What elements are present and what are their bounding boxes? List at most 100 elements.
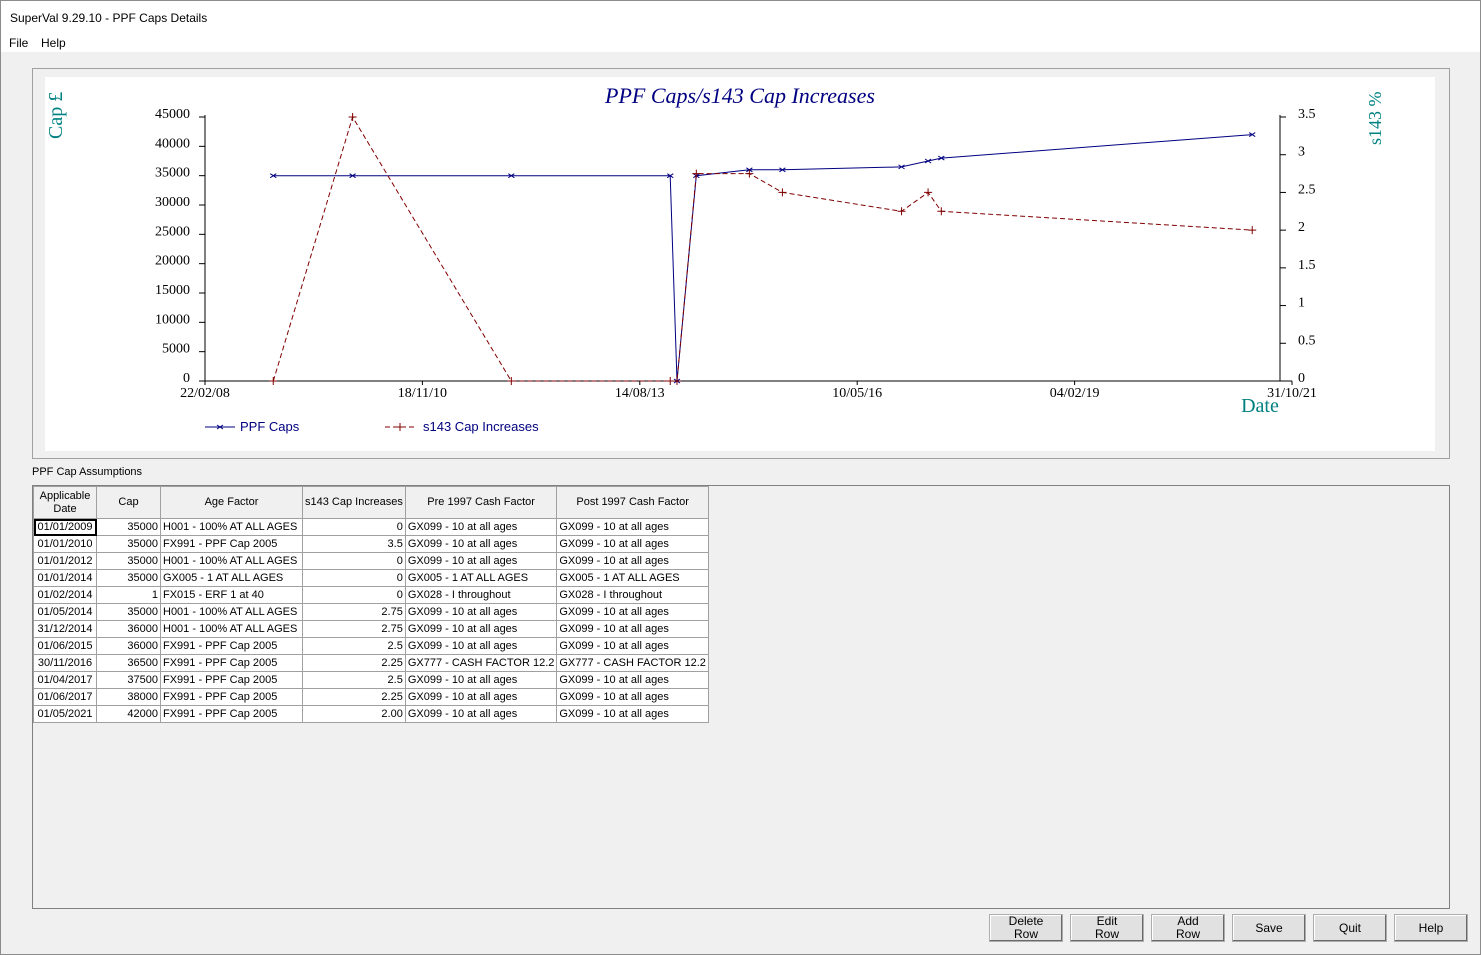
table-cell[interactable]: GX099 - 10 at all ages xyxy=(404,603,558,621)
table-cell[interactable]: FX991 - PPF Cap 2005 xyxy=(160,654,303,672)
table-cell[interactable]: GX777 - CASH FACTOR 12.2 xyxy=(556,654,709,672)
table-cell[interactable]: 0 xyxy=(302,586,406,604)
table-cell[interactable]: 3.5 xyxy=(302,535,406,553)
column-header[interactable]: s143 Cap Increases xyxy=(302,486,406,519)
table-cell[interactable]: 2.00 xyxy=(302,705,406,723)
table-cell[interactable]: FX991 - PPF Cap 2005 xyxy=(160,688,303,706)
table-cell[interactable]: 2.75 xyxy=(302,603,406,621)
table-cell[interactable]: GX777 - CASH FACTOR 12.2 xyxy=(404,654,558,672)
table-cell[interactable]: 35000 xyxy=(96,569,161,587)
table-cell[interactable]: 36000 xyxy=(96,620,161,638)
delete-row-button[interactable]: Delete Row xyxy=(989,914,1063,942)
table-cell[interactable]: GX099 - 10 at all ages xyxy=(404,671,558,689)
table-cell[interactable]: GX099 - 10 at all ages xyxy=(404,552,558,570)
table-row[interactable]: 01/01/2014 35000 GX005 - 1 AT ALL AGES 0 GX0… xyxy=(33,569,709,587)
table-cell[interactable]: H001 - 100% AT ALL AGES xyxy=(160,552,303,570)
column-header[interactable]: Age Factor xyxy=(160,486,303,519)
table-cell[interactable]: 1 xyxy=(96,586,161,604)
table-cell[interactable]: GX099 - 10 at all ages xyxy=(556,603,709,621)
table-cell[interactable]: FX015 - ERF 1 at 40 xyxy=(160,586,303,604)
table-cell[interactable]: H001 - 100% AT ALL AGES xyxy=(160,603,303,621)
y2-tick-label: 0.5 xyxy=(1298,333,1316,348)
table-cell[interactable]: FX991 - PPF Cap 2005 xyxy=(160,705,303,723)
table-cell[interactable]: GX099 - 10 at all ages xyxy=(556,671,709,689)
table-cell[interactable]: 0 xyxy=(302,518,406,536)
table-cell[interactable]: 01/02/2014 xyxy=(33,586,97,604)
table-row[interactable]: 30/11/2016 36500 FX991 - PPF Cap 2005 2.25 G… xyxy=(33,654,709,672)
table-cell[interactable]: 0 xyxy=(302,569,406,587)
table-cell[interactable]: GX099 - 10 at all ages xyxy=(556,518,709,536)
table-cell[interactable]: GX099 - 10 at all ages xyxy=(556,688,709,706)
table-cell[interactable]: 37500 xyxy=(96,671,161,689)
table-cell[interactable]: H001 - 100% AT ALL AGES xyxy=(160,620,303,638)
table-cell[interactable]: 2.75 xyxy=(302,620,406,638)
table-row[interactable]: 31/12/2014 36000 H001 - 100% AT ALL AGES 2.… xyxy=(33,620,709,638)
table-row[interactable]: 01/04/2017 37500 FX991 - PPF Cap 2005 2.5 GX… xyxy=(33,671,709,689)
table-cell[interactable]: 35000 xyxy=(96,518,161,536)
table-cell[interactable]: 36500 xyxy=(96,654,161,672)
table-cell[interactable]: GX099 - 10 at all ages xyxy=(556,705,709,723)
edit-row-button[interactable]: Edit Row xyxy=(1070,914,1144,942)
add-row-button[interactable]: Add Row xyxy=(1151,914,1225,942)
table-cell[interactable]: GX099 - 10 at all ages xyxy=(556,552,709,570)
table-row[interactable]: 01/01/2010 35000 FX991 - PPF Cap 2005 3.5 GX… xyxy=(33,535,709,553)
column-header[interactable]: Pre 1997 Cash Factor xyxy=(404,486,558,519)
table-cell[interactable]: GX028 - I throughout xyxy=(404,586,558,604)
table-cell[interactable]: 01/06/2017 xyxy=(33,688,97,706)
table-cell[interactable]: 35000 xyxy=(96,552,161,570)
table-cell[interactable]: GX099 - 10 at all ages xyxy=(556,637,709,655)
table-row[interactable]: 01/05/2021 42000 FX991 - PPF Cap 2005 2.00 G… xyxy=(33,705,709,723)
table-cell[interactable]: GX099 - 10 at all ages xyxy=(404,620,558,638)
table-cell[interactable]: 42000 xyxy=(96,705,161,723)
table-cell[interactable]: GX028 - I throughout xyxy=(556,586,709,604)
table-cell[interactable]: 01/06/2015 xyxy=(33,637,97,655)
menu-file[interactable]: File xyxy=(9,36,28,50)
table-cell[interactable]: 01/01/2010 xyxy=(33,535,97,553)
table-cell[interactable]: 2.5 xyxy=(302,671,406,689)
table-row[interactable]: 01/06/2017 38000 FX991 - PPF Cap 2005 2.25 G… xyxy=(33,688,709,706)
table-cell[interactable]: GX099 - 10 at all ages xyxy=(556,535,709,553)
table-cell[interactable]: 01/01/2012 xyxy=(33,552,97,570)
table-cell[interactable]: GX005 - 1 AT ALL AGES xyxy=(404,569,558,587)
table-cell[interactable]: 01/04/2017 xyxy=(33,671,97,689)
table-cell[interactable]: 31/12/2014 xyxy=(33,620,97,638)
menu-help[interactable]: Help xyxy=(41,36,66,50)
table-cell[interactable]: 38000 xyxy=(96,688,161,706)
table-row[interactable]: 01/01/2009 35000 H001 - 100% AT ALL AGES 0 G… xyxy=(33,518,709,536)
column-header[interactable]: Post 1997 Cash Factor xyxy=(556,486,709,519)
table-cell[interactable]: GX099 - 10 at all ages xyxy=(404,535,558,553)
table-row[interactable]: 01/01/2012 35000 H001 - 100% AT ALL AGES 0 G… xyxy=(33,552,709,570)
table-cell[interactable]: 2.25 xyxy=(302,654,406,672)
table-cell[interactable]: 35000 xyxy=(96,535,161,553)
table-cell[interactable]: GX099 - 10 at all ages xyxy=(404,637,558,655)
table-cell[interactable]: 2.25 xyxy=(302,688,406,706)
table-row[interactable]: 01/02/2014 1 FX015 - ERF 1 at 40 0 GX028 - I… xyxy=(33,586,709,604)
table-cell[interactable]: 01/05/2014 xyxy=(33,603,97,621)
column-header[interactable]: Cap xyxy=(96,486,161,519)
help-button[interactable]: Help xyxy=(1394,914,1468,942)
table-cell[interactable]: FX991 - PPF Cap 2005 xyxy=(160,535,303,553)
table-cell[interactable]: 30/11/2016 xyxy=(33,654,97,672)
table-cell[interactable]: 01/01/2014 xyxy=(33,569,97,587)
table-cell[interactable]: 01/05/2021 xyxy=(33,705,97,723)
table-cell[interactable]: H001 - 100% AT ALL AGES xyxy=(160,518,303,536)
table-cell[interactable]: 35000 xyxy=(96,603,161,621)
save-button[interactable]: Save xyxy=(1232,914,1306,942)
table-cell[interactable]: GX099 - 10 at all ages xyxy=(404,705,558,723)
table-cell[interactable]: 36000 xyxy=(96,637,161,655)
table-row[interactable]: 01/05/2014 35000 H001 - 100% AT ALL AGES 2.… xyxy=(33,603,709,621)
table-cell[interactable]: GX099 - 10 at all ages xyxy=(556,620,709,638)
column-header[interactable]: Applicable Date xyxy=(33,486,97,519)
table-cell[interactable]: GX099 - 10 at all ages xyxy=(404,688,558,706)
table-cell[interactable]: GX005 - 1 AT ALL AGES xyxy=(556,569,709,587)
table-cell[interactable]: FX991 - PPF Cap 2005 xyxy=(160,637,303,655)
table-cell[interactable]: GX099 - 10 at all ages xyxy=(404,518,558,536)
quit-button[interactable]: Quit xyxy=(1313,914,1387,942)
table-cell[interactable]: 01/01/2009 xyxy=(33,518,97,536)
y-tick-label: 40000 xyxy=(155,136,190,151)
table-cell[interactable]: FX991 - PPF Cap 2005 xyxy=(160,671,303,689)
table-row[interactable]: 01/06/2015 36000 FX991 - PPF Cap 2005 2.5 GX… xyxy=(33,637,709,655)
table-cell[interactable]: GX005 - 1 AT ALL AGES xyxy=(160,569,303,587)
table-cell[interactable]: 2.5 xyxy=(302,637,406,655)
table-cell[interactable]: 0 xyxy=(302,552,406,570)
